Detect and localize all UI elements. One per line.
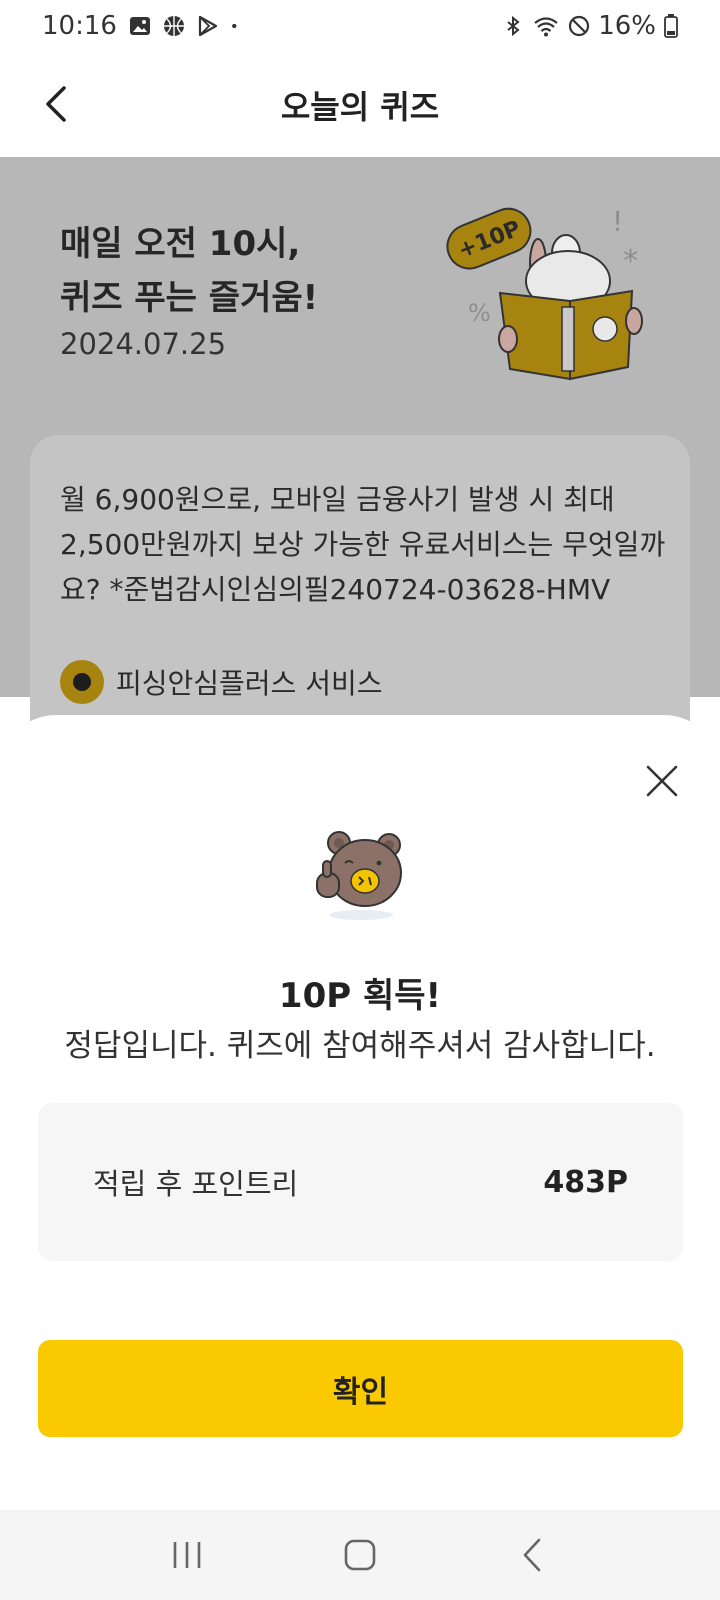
dimmed-background: 매일 오전 10시, 퀴즈 푸는 즐거움! 2024.07.25 +10P ! … <box>0 157 720 735</box>
image-icon <box>129 17 150 35</box>
battery-percent: 16% <box>598 11 656 41</box>
wifi-icon <box>534 17 558 37</box>
recent-apps-icon[interactable] <box>162 1530 212 1580</box>
confirm-button[interactable]: 확인 <box>38 1340 683 1437</box>
points-summary-box: 적립 후 포인트리 483P <box>38 1103 683 1261</box>
quiz-question: 월 6,900원으로, 모바일 금융사기 발생 시 최대 2,500만원까지 보… <box>60 483 666 606</box>
play-store-icon <box>198 15 218 37</box>
quiz-card: 월 6,900원으로, 모바일 금융사기 발생 시 최대 2,500만원까지 보… <box>30 435 690 735</box>
points-label: 적립 후 포인트리 <box>93 1167 299 1201</box>
home-icon[interactable] <box>335 1530 385 1580</box>
page-title: 오늘의 퀴즈 <box>280 87 440 126</box>
basketball-icon <box>163 16 184 36</box>
close-icon[interactable] <box>644 763 680 799</box>
banner-date: 2024.07.25 <box>60 327 227 361</box>
svg-text:*: * <box>623 244 638 279</box>
status-time: 10:16 <box>42 11 117 41</box>
system-nav-bar <box>0 1510 720 1600</box>
svg-text:%: % <box>468 299 491 327</box>
quiz-option-selected[interactable]: 피싱안심플러스 서비스 <box>60 660 383 704</box>
app-header: 오늘의 퀴즈 <box>0 52 720 157</box>
bear-thumbs-up-icon <box>316 831 402 920</box>
bluetooth-icon <box>507 15 520 37</box>
back-icon[interactable] <box>508 1530 558 1580</box>
reward-message: 정답입니다. 퀴즈에 참여해주셔서 감사합니다. <box>64 1028 656 1064</box>
status-bar: 10:16 16% <box>0 0 720 52</box>
battery-icon <box>664 14 678 38</box>
banner-title-line1: 매일 오전 10시, <box>60 224 301 264</box>
radio-selected-icon[interactable] <box>60 660 104 704</box>
points-badge: +10P <box>446 207 532 270</box>
banner-title: 매일 오전 10시, 퀴즈 푸는 즐거움! <box>60 217 318 325</box>
reward-title: 10P 획득! <box>278 976 442 1016</box>
status-left: 10:16 <box>42 11 243 41</box>
option-label: 피싱안심플러스 서비스 <box>116 667 383 700</box>
dot-icon <box>232 23 237 29</box>
result-bottom-sheet: 10P 획득! 정답입니다. 퀴즈에 참여해주셔서 감사합니다. 적립 후 포인… <box>0 715 720 1510</box>
status-right: 16% <box>502 11 678 41</box>
banner-title-line2: 퀴즈 푸는 즐거움! <box>60 278 319 318</box>
svg-text:!: ! <box>612 205 623 238</box>
reading-rabbit-illustration: +10P ! * % <box>446 205 643 381</box>
points-value: 483P <box>543 1164 628 1200</box>
back-arrow-icon[interactable] <box>36 82 80 126</box>
dnd-icon <box>569 15 590 37</box>
